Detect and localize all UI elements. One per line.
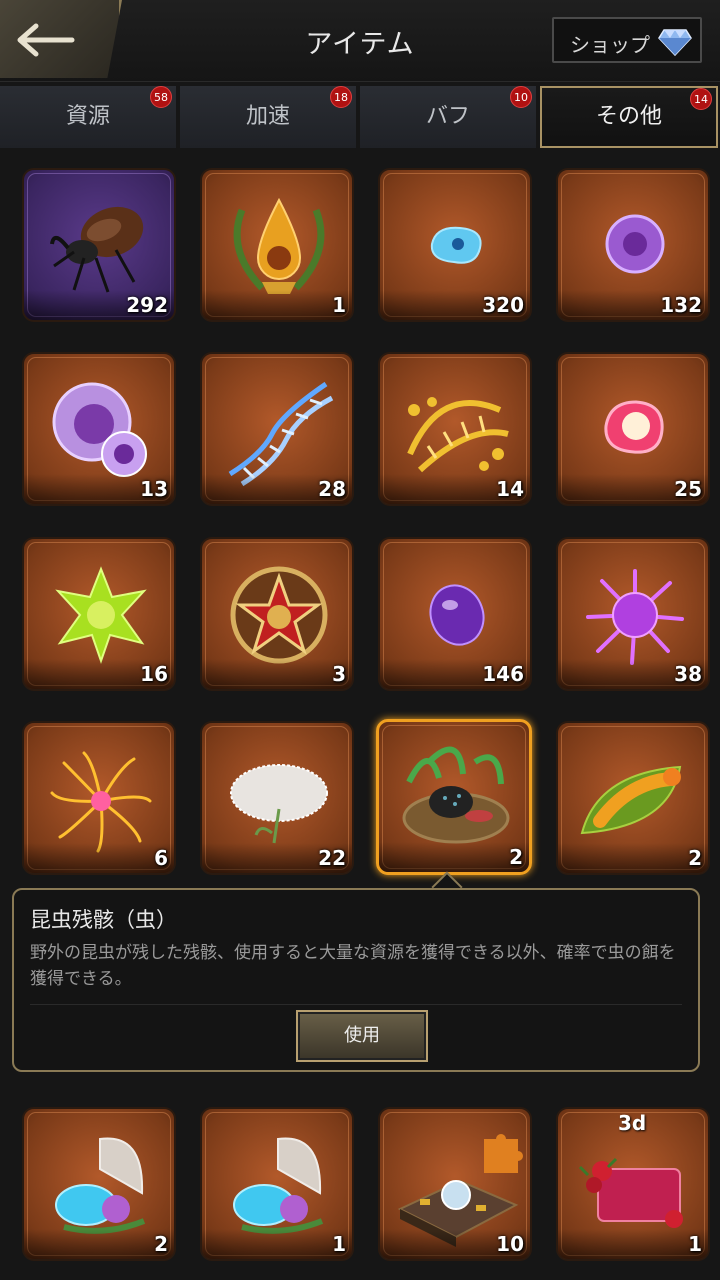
tab-speedup[interactable]: 加速 18 xyxy=(180,86,356,148)
item-slot[interactable]: 13 xyxy=(22,352,176,506)
item-quantity: 10 xyxy=(380,1229,530,1259)
inventory-screen: { "header": {"title": "アイテム", "shop_labe… xyxy=(0,0,720,1280)
item-quantity: 2 xyxy=(379,842,529,872)
item-slot[interactable]: 3d 1 xyxy=(556,1107,710,1261)
timer-tag: 3d xyxy=(618,1111,647,1135)
item-quantity: 1 xyxy=(202,290,352,320)
item-slot[interactable]: 320 xyxy=(378,168,532,322)
use-button[interactable]: 使用 xyxy=(296,1010,428,1062)
item-slot[interactable]: 1 xyxy=(200,1107,354,1261)
item-slot[interactable]: 2 xyxy=(556,721,710,875)
item-quantity: 1 xyxy=(558,1229,708,1259)
item-slot[interactable]: 16 xyxy=(22,537,176,691)
item-quantity: 2 xyxy=(24,1229,174,1259)
tab-label: 加速 xyxy=(245,104,290,129)
top-bar: アイテム ショップ xyxy=(0,0,720,82)
tab-resources[interactable]: 資源 58 xyxy=(0,86,176,148)
item-quantity: 38 xyxy=(558,659,708,689)
item-quantity: 25 xyxy=(558,474,708,504)
divider xyxy=(30,1004,682,1005)
item-slot-selected[interactable]: 2 xyxy=(376,719,532,875)
item-slot[interactable]: 22 xyxy=(200,721,354,875)
item-quantity: 14 xyxy=(380,474,530,504)
item-name: 昆虫残骸（虫） xyxy=(30,908,177,932)
item-quantity: 6 xyxy=(24,843,174,873)
tab-label: その他 xyxy=(595,104,662,129)
item-slot[interactable]: 146 xyxy=(378,537,532,691)
shop-button[interactable]: ショップ xyxy=(552,17,702,63)
tab-count-badge: 14 xyxy=(690,88,712,110)
item-quantity: 22 xyxy=(202,843,352,873)
item-slot[interactable]: 132 xyxy=(556,168,710,322)
diamond-icon xyxy=(658,29,692,56)
item-slot[interactable]: 2 xyxy=(22,1107,176,1261)
shop-label: ショップ xyxy=(570,33,650,57)
item-quantity: 28 xyxy=(202,474,352,504)
category-tabs: 資源 58 加速 18 バフ 10 その他 14 xyxy=(0,84,720,150)
item-description: 野外の昆虫が残した残骸、使用すると大量な資源を獲得できる以外、確率で虫の餌を獲得… xyxy=(30,943,676,989)
tab-buff[interactable]: バフ 10 xyxy=(360,86,536,148)
item-slot[interactable]: 14 xyxy=(378,352,532,506)
item-slot[interactable]: 28 xyxy=(200,352,354,506)
item-slot[interactable]: 6 xyxy=(22,721,176,875)
item-quantity: 320 xyxy=(380,290,530,320)
item-slot[interactable]: 292 xyxy=(22,168,176,322)
item-slot[interactable]: 1 xyxy=(200,168,354,322)
item-quantity: 2 xyxy=(558,843,708,873)
item-quantity: 16 xyxy=(24,659,174,689)
item-quantity: 132 xyxy=(558,290,708,320)
item-slot[interactable]: 25 xyxy=(556,352,710,506)
item-slot[interactable]: 38 xyxy=(556,537,710,691)
item-quantity: 292 xyxy=(24,290,174,320)
tab-label: 資源 xyxy=(65,104,110,129)
tab-other[interactable]: その他 14 xyxy=(540,86,718,148)
item-detail-panel: 昆虫残骸（虫） 野外の昆虫が残した残骸、使用すると大量な資源を獲得できる以外、確… xyxy=(12,888,700,1072)
tab-count-badge: 10 xyxy=(510,86,532,108)
tab-count-badge: 58 xyxy=(150,86,172,108)
item-quantity: 13 xyxy=(24,474,174,504)
item-quantity: 3 xyxy=(202,659,352,689)
tab-label: バフ xyxy=(425,104,470,129)
item-quantity: 146 xyxy=(380,659,530,689)
tab-count-badge: 18 xyxy=(330,86,352,108)
item-slot[interactable]: 10 xyxy=(378,1107,532,1261)
item-slot[interactable]: 3 xyxy=(200,537,354,691)
item-quantity: 1 xyxy=(202,1229,352,1259)
